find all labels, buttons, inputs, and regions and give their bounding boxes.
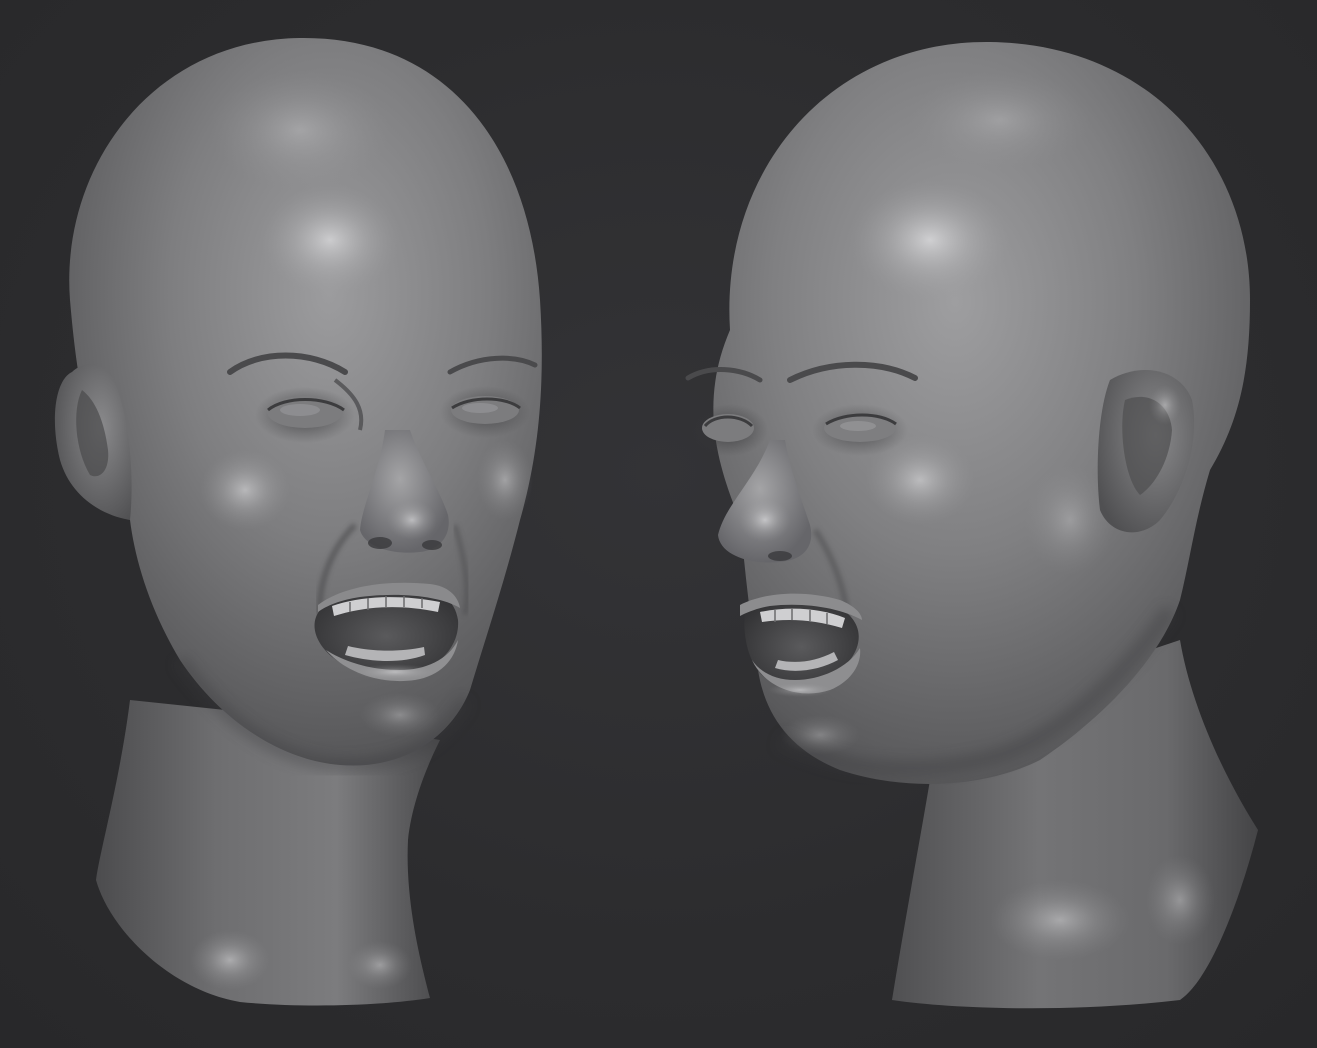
head-right <box>685 41 1258 1009</box>
viewport-canvas <box>0 0 1317 1048</box>
head-left <box>54 37 542 1006</box>
sculpt-render <box>54 37 1258 1009</box>
